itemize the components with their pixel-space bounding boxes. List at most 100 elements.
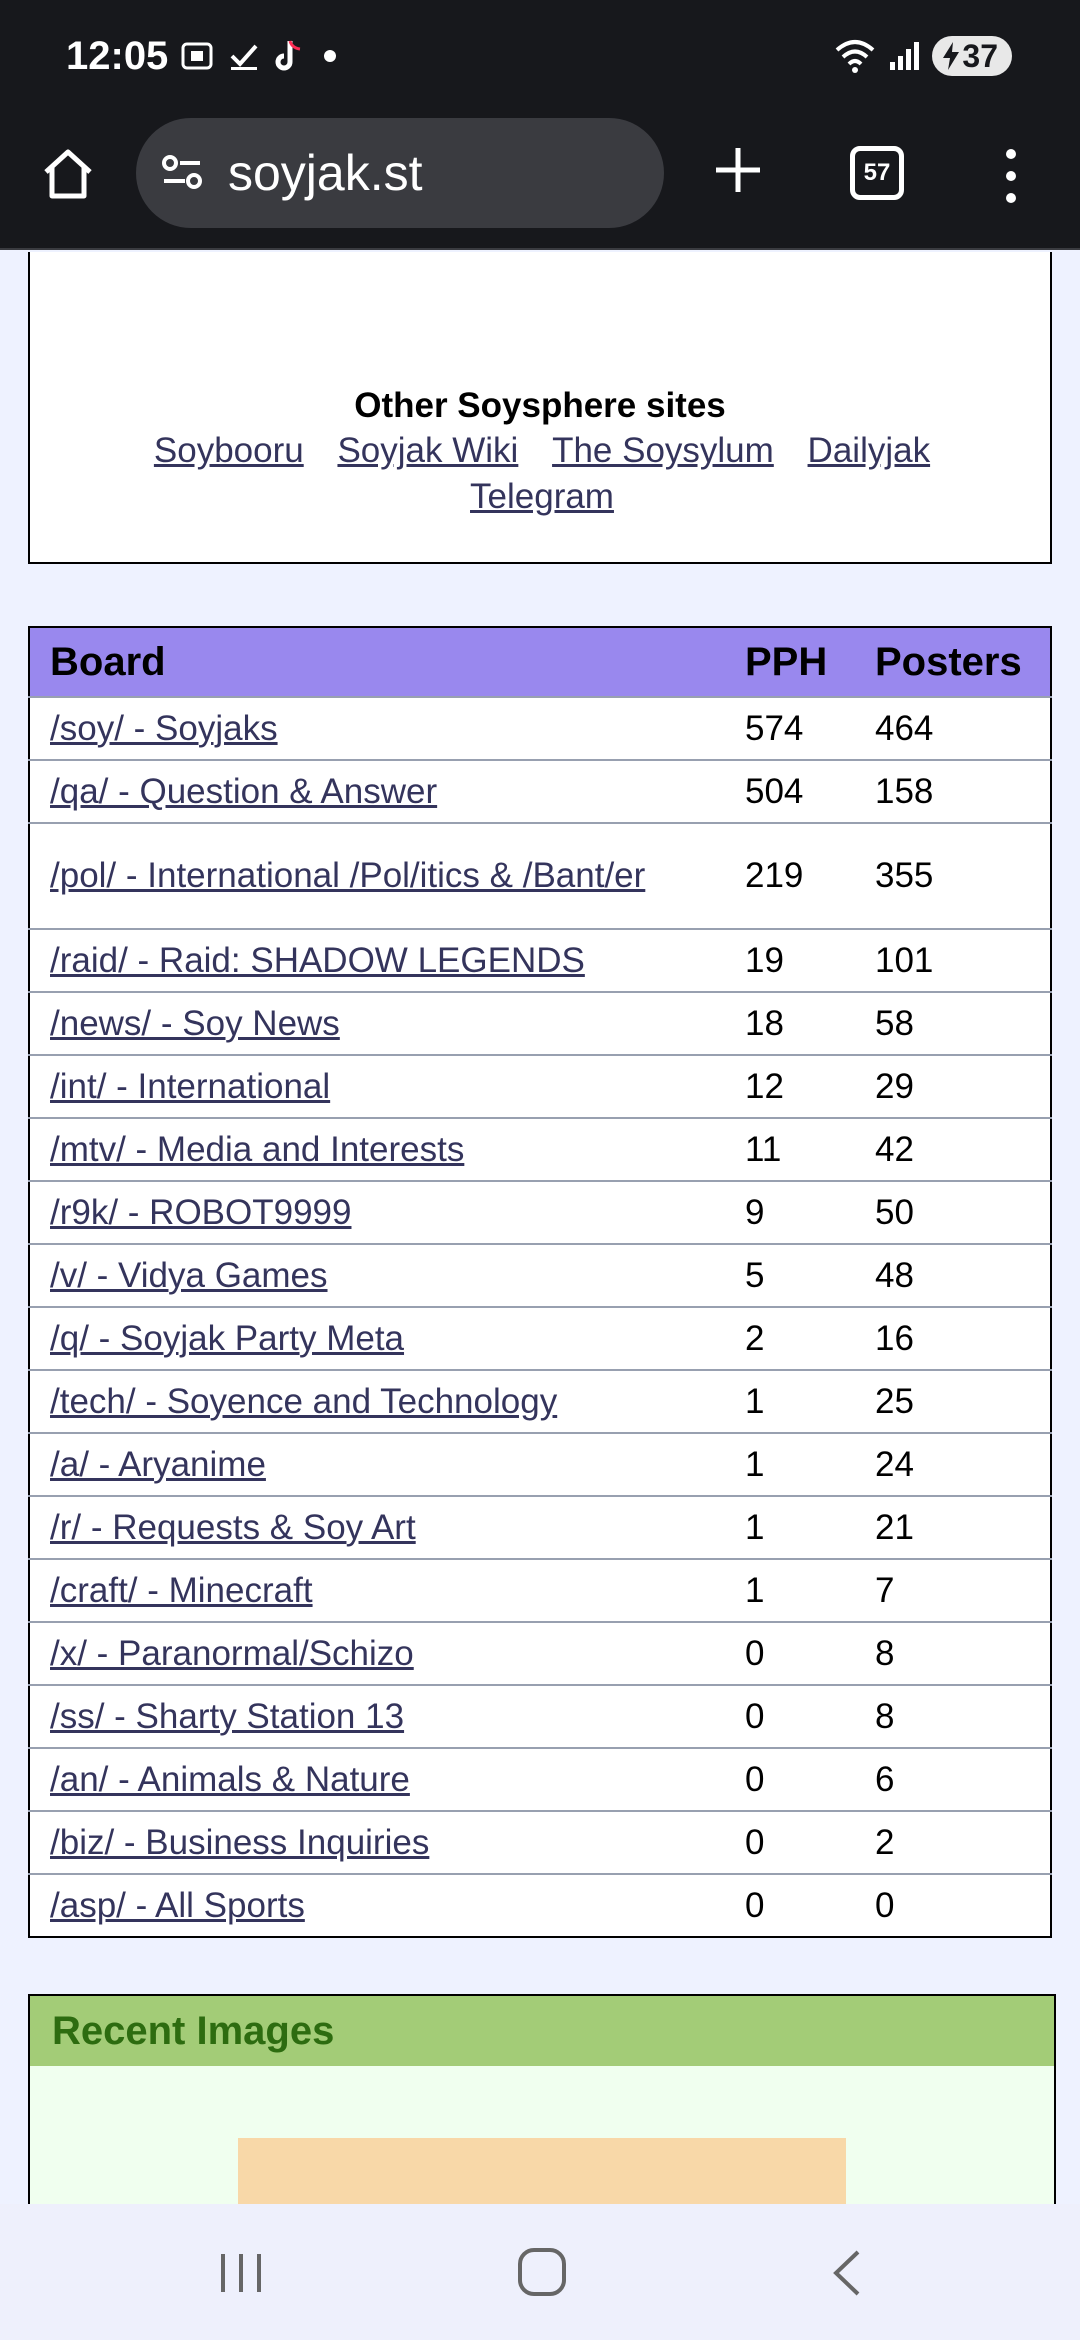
other-sites-title: Other Soysphere sites (354, 386, 726, 425)
table-row: /qa/ - Question & Answer 504 158 (29, 759, 1051, 823)
pph-value: 5 (725, 1243, 855, 1307)
posters-value: 25 (855, 1369, 1051, 1433)
more-menu-icon[interactable] (996, 146, 1026, 206)
pph-value: 1 (725, 1369, 855, 1433)
boards-table: Board PPH Posters /soy/ - Soyjaks 574 46… (28, 626, 1052, 1938)
table-row: /news/ - Soy News 18 58 (29, 991, 1051, 1055)
pph-value: 19 (725, 928, 855, 992)
pph-value: 219 (725, 822, 855, 929)
url-text[interactable]: soyjak.st (228, 144, 423, 202)
board-link[interactable]: /news/ - Soy News (50, 1004, 340, 1043)
system-icons: 37 (834, 36, 1012, 76)
table-row: /int/ - International 12 29 (29, 1054, 1051, 1118)
tab-switcher-button[interactable]: 57 (850, 146, 904, 200)
system-navigation-bar (0, 2204, 1080, 2340)
board-link[interactable]: /q/ - Soyjak Party Meta (50, 1319, 404, 1358)
site-settings-icon[interactable] (160, 153, 206, 193)
new-tab-icon[interactable] (710, 142, 766, 198)
posters-value: 158 (855, 759, 1051, 823)
pph-value: 504 (725, 759, 855, 823)
battery-indicator: 37 (932, 36, 1012, 76)
table-row: /soy/ - Soyjaks 574 464 (29, 696, 1051, 760)
browser-toolbar: soyjak.st 57 (0, 118, 1080, 250)
link-telegram[interactable]: Telegram (470, 477, 614, 516)
board-link[interactable]: /mtv/ - Media and Interests (50, 1130, 464, 1169)
table-row: /r9k/ - ROBOT9999 9 50 (29, 1180, 1051, 1244)
link-soysylum[interactable]: The Soysylum (552, 431, 774, 470)
header-posters: Posters (855, 627, 1051, 697)
posters-value: 0 (855, 1873, 1051, 1937)
table-row: /v/ - Vidya Games 5 48 (29, 1243, 1051, 1307)
table-row: /x/ - Paranormal/Schizo 0 8 (29, 1621, 1051, 1685)
pph-value: 0 (725, 1747, 855, 1811)
link-soyjak-wiki[interactable]: Soyjak Wiki (337, 431, 518, 470)
board-link[interactable]: /pol/ - International /Pol/itics & /Bant… (50, 856, 645, 895)
address-bar[interactable]: soyjak.st (136, 118, 664, 228)
posters-value: 29 (855, 1054, 1051, 1118)
pph-value: 0 (725, 1873, 855, 1937)
board-link[interactable]: /a/ - Aryanime (50, 1445, 266, 1484)
pph-value: 2 (725, 1306, 855, 1370)
board-link[interactable]: /raid/ - Raid: SHADOW LEGENDS (50, 941, 585, 980)
table-row: /pol/ - International /Pol/itics & /Bant… (29, 822, 1051, 929)
board-link[interactable]: /an/ - Animals & Nature (50, 1760, 410, 1799)
posters-value: 50 (855, 1180, 1051, 1244)
pph-value: 9 (725, 1180, 855, 1244)
table-header-row: Board PPH Posters (29, 627, 1051, 697)
board-link[interactable]: /r9k/ - ROBOT9999 (50, 1193, 351, 1232)
recent-images-box: Recent Images (28, 1994, 1056, 2204)
posters-value: 2 (855, 1810, 1051, 1874)
posters-value: 48 (855, 1243, 1051, 1307)
status-bar: 12:05 37 (0, 0, 1080, 118)
posters-value: 21 (855, 1495, 1051, 1559)
board-link[interactable]: /asp/ - All Sports (50, 1886, 305, 1925)
board-link[interactable]: /qa/ - Question & Answer (50, 772, 437, 811)
recent-image-thumbnail[interactable] (238, 2138, 846, 2204)
pph-value: 0 (725, 1684, 855, 1748)
posters-value: 8 (855, 1684, 1051, 1748)
posters-value: 101 (855, 928, 1051, 992)
pph-value: 1 (725, 1558, 855, 1622)
table-row: /biz/ - Business Inquiries 0 2 (29, 1810, 1051, 1874)
table-row: /raid/ - Raid: SHADOW LEGENDS 19 101 (29, 928, 1051, 992)
other-sites-links: Soybooru Soyjak Wiki The Soysylum Dailyj… (90, 428, 994, 520)
pph-value: 0 (725, 1810, 855, 1874)
table-row: /tech/ - Soyence and Technology 1 25 (29, 1369, 1051, 1433)
pph-value: 18 (725, 991, 855, 1055)
pph-value: 12 (725, 1054, 855, 1118)
page-content: Other Soysphere sites Soybooru Soyjak Wi… (0, 252, 1080, 2204)
pph-value: 574 (725, 696, 855, 760)
back-icon[interactable] (826, 2248, 866, 2298)
board-link[interactable]: /r/ - Requests & Soy Art (50, 1508, 416, 1547)
link-soybooru[interactable]: Soybooru (154, 431, 304, 470)
posters-value: 6 (855, 1747, 1051, 1811)
link-dailyjak[interactable]: Dailyjak (808, 431, 931, 470)
status-time: 12:05 (66, 34, 169, 78)
board-link[interactable]: /tech/ - Soyence and Technology (50, 1382, 557, 1421)
board-link[interactable]: /int/ - International (50, 1067, 330, 1106)
board-link[interactable]: /soy/ - Soyjaks (50, 709, 278, 748)
battery-level: 37 (962, 37, 998, 74)
screenshot-icon (181, 42, 213, 70)
checkmark-icon (230, 44, 258, 70)
pph-value: 0 (725, 1621, 855, 1685)
table-row: /an/ - Animals & Nature 0 6 (29, 1747, 1051, 1811)
table-row: /asp/ - All Sports 0 0 (29, 1873, 1051, 1937)
table-row: /craft/ - Minecraft 1 7 (29, 1558, 1051, 1622)
recent-apps-icon[interactable] (216, 2248, 266, 2298)
posters-value: 24 (855, 1432, 1051, 1496)
soyjak-image (238, 2138, 846, 2204)
board-link[interactable]: /ss/ - Sharty Station 13 (50, 1697, 404, 1736)
posters-value: 8 (855, 1621, 1051, 1685)
wifi-icon (836, 40, 875, 73)
table-row: /ss/ - Sharty Station 13 0 8 (29, 1684, 1051, 1748)
posters-value: 42 (855, 1117, 1051, 1181)
board-link[interactable]: /v/ - Vidya Games (50, 1256, 328, 1295)
posters-value: 355 (855, 822, 1051, 929)
board-link[interactable]: /x/ - Paranormal/Schizo (50, 1634, 414, 1673)
header-board: Board (29, 627, 725, 697)
board-link[interactable]: /craft/ - Minecraft (50, 1571, 313, 1610)
board-link[interactable]: /biz/ - Business Inquiries (50, 1823, 429, 1862)
home-icon[interactable] (38, 144, 98, 204)
home-nav-icon[interactable] (516, 2246, 568, 2298)
